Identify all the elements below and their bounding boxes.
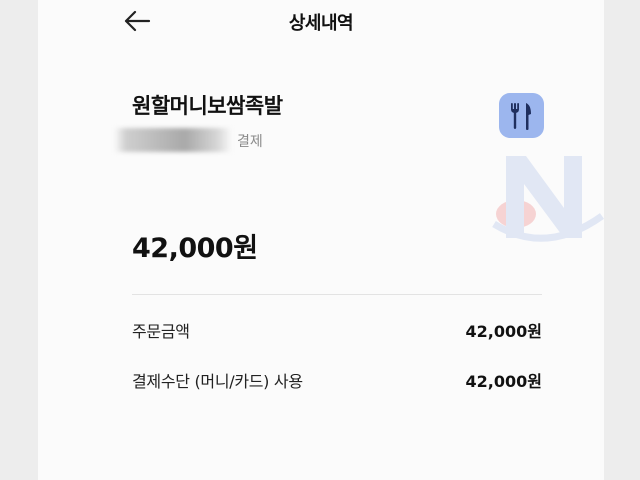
order-amount-value: 42,000원 <box>465 322 542 341</box>
watermark-logo <box>492 156 604 242</box>
masked-info <box>114 128 232 152</box>
merchant-name: 원할머니보쌈족발 <box>132 94 283 118</box>
total-amount: 42,000원 <box>132 233 258 264</box>
payment-label: 결제 <box>237 134 263 150</box>
payment-method-row: 결제수단 (머니/카드) 사용 42,000원 <box>132 368 542 392</box>
payment-method-value: 42,000원 <box>465 372 542 391</box>
top-bar: 상세내역 <box>38 0 604 44</box>
order-amount-label: 주문금액 <box>132 322 190 341</box>
order-amount-row: 주문금액 42,000원 <box>132 318 542 342</box>
fork-knife-icon <box>499 93 544 138</box>
screen: 상세내역 원할머니보쌈족발 결제 42,000원 주문금액 42,000원 결제… <box>38 0 604 480</box>
page-title: 상세내역 <box>288 13 354 34</box>
divider <box>132 294 542 295</box>
payment-method-label: 결제수단 (머니/카드) 사용 <box>132 372 303 391</box>
